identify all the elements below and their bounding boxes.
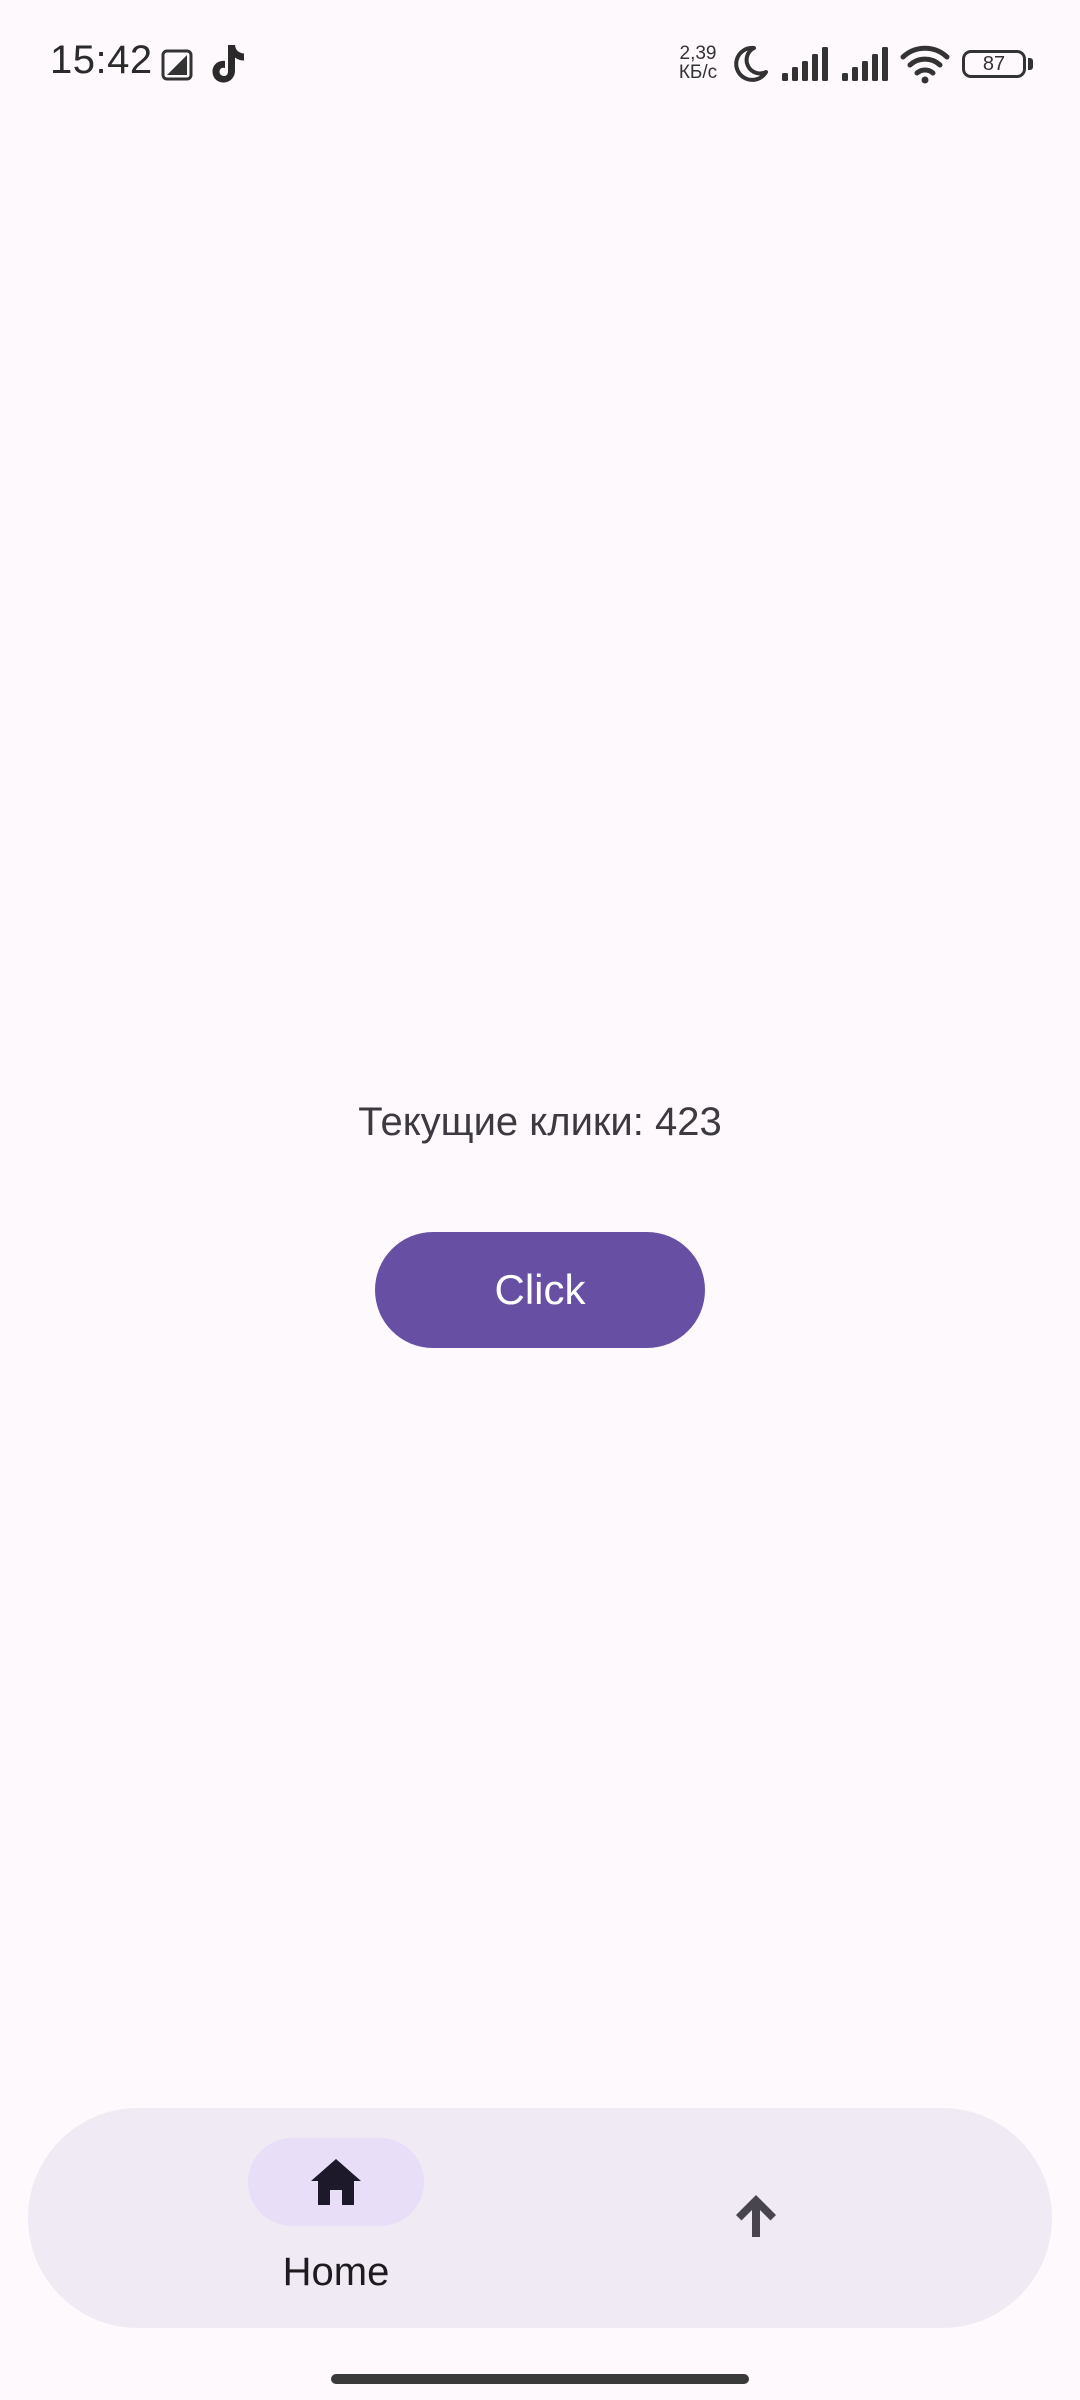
signal-icon [782, 47, 828, 81]
nav-item-home-label: Home [282, 2250, 390, 2294]
moon-icon [734, 45, 768, 82]
battery-icon: 87 [962, 50, 1026, 78]
click-button[interactable]: Click [375, 1232, 705, 1348]
gesture-navigation-bar[interactable] [331, 2374, 749, 2384]
status-time: 15:42 [50, 38, 153, 82]
battery-level: 87 [982, 52, 1006, 75]
nav-active-indicator [248, 2138, 424, 2226]
arrow-up-icon [736, 2195, 776, 2237]
network-speed-unit: КБ/с [678, 62, 718, 83]
signal-icon [842, 47, 888, 81]
status-bar: 15:42 2,39 КБ/с 87 [0, 0, 1080, 130]
wifi-icon [900, 45, 950, 84]
nav-item-home[interactable]: Home [188, 2138, 478, 2308]
app-screen: 15:42 2,39 КБ/с 87 Текущие клики: 423 Cl… [0, 0, 1080, 2400]
network-speed: 2,39 КБ/с [672, 44, 724, 82]
nav-item-up[interactable] [718, 2178, 794, 2254]
home-icon [311, 2159, 361, 2205]
tiktok-icon [212, 45, 244, 83]
network-speed-value: 2,39 [679, 43, 717, 64]
gallery-notification-icon [161, 49, 193, 81]
battery-cap [1028, 58, 1033, 70]
click-counter-text: Текущие клики: 423 [358, 1100, 722, 1144]
bottom-navigation-bar: Home [28, 2108, 1052, 2328]
